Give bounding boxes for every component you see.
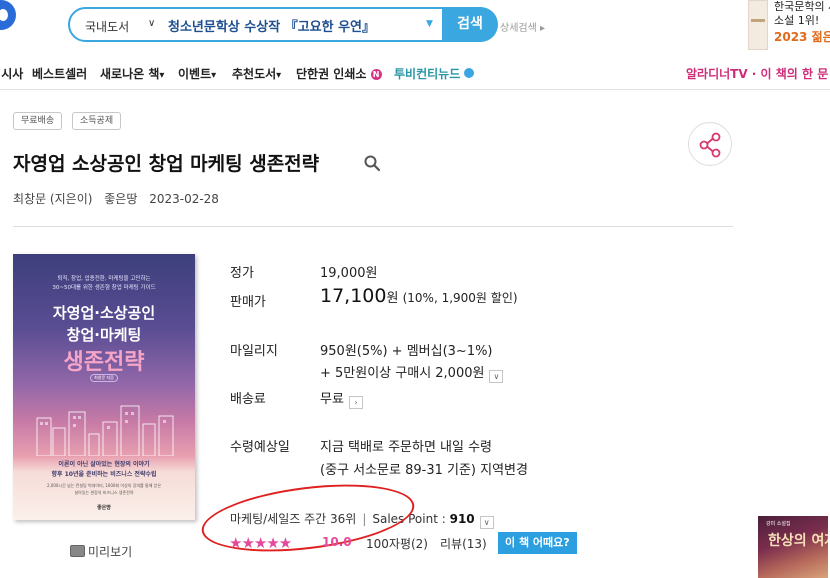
nav-item-event[interactable]: 이벤트▾ — [178, 65, 216, 82]
list-price: 19,000원 — [320, 266, 378, 281]
nav-item-tobecontinued[interactable]: 투비컨티뉴드 — [394, 65, 475, 82]
cover-subtitle-line: 30~50대를 위한 생존형 창업 마케팅 가이드 — [52, 285, 156, 291]
cover-author: 최창문 지음 — [90, 374, 118, 382]
delivery-line2[interactable]: (중구 서소문로 89-31 기준) 지역변경 — [320, 459, 528, 478]
cover-city-illustration — [36, 405, 174, 456]
nav-aladdin-tv[interactable]: 알라디너TV · 이 책의 한 문 — [686, 65, 828, 82]
mileage-expand-button[interactable]: ∨ — [489, 370, 504, 383]
search-icon[interactable] — [363, 154, 381, 172]
author-link[interactable]: 최창문 (지은이) — [13, 192, 92, 206]
nav-label: 단한권 인쇄소 — [296, 67, 367, 81]
aladin-logo[interactable] — [0, 0, 16, 30]
sale-price-label: 판매가 — [230, 295, 266, 310]
shipping-free: 무료 — [320, 392, 344, 407]
how-about-book-button[interactable]: 이 책 어때요? — [498, 532, 577, 554]
list-price-label: 정가 — [230, 266, 254, 281]
tag-tax-deduction: 소득공제 — [72, 112, 122, 130]
book-icon — [70, 545, 85, 557]
mileage-line1: 950원(5%) + 멤버십(3~1%) — [320, 344, 493, 359]
cover-tagline-line: 향후 10년을 준비하는 비즈니스 전략수립 — [51, 471, 157, 478]
sales-point-value: 910 — [449, 512, 475, 526]
shipping-label: 배송료 — [230, 392, 266, 407]
book-meta: 최창문 (지은이) 좋은땅 2023-02-28 — [13, 190, 227, 207]
search-dropdown-icon[interactable]: ▼ — [426, 19, 433, 29]
mileage-extra: + 5만원이상 구매시 2,000원 — [320, 366, 485, 381]
sale-price-unit: 원 — [386, 291, 399, 306]
cover-title: 자영업·소상공인창업·마케팅 — [13, 302, 195, 346]
new-badge: N — [370, 69, 382, 80]
short-review-link[interactable]: 100자평(2) — [366, 535, 428, 552]
ad-line-1: 한국문학의 새 — [774, 0, 830, 13]
shipping-value: 무료 › — [320, 388, 363, 409]
publisher-link[interactable]: 좋은땅 — [104, 192, 137, 206]
chevron-down-icon[interactable]: ∨ — [148, 18, 155, 29]
ad-book-thumbnail[interactable] — [748, 0, 768, 50]
main-nav: IT·시사 베스트셀러 새로나온 책▾ 이벤트▾ 추천도서▾ 단한권 인쇄소 N… — [0, 56, 830, 90]
sale-price: 17,100원 (10%, 1,900원 할인) — [320, 285, 518, 307]
sales-point-expand-button[interactable]: ∨ — [479, 516, 494, 529]
share-icon — [699, 132, 721, 158]
cover-subtitle-line: 퇴직, 창업, 업종전환, 마케팅을 고민하는 — [57, 276, 151, 282]
side-ad-thumbnail[interactable]: 강미 소설집 한상의 여자 — [758, 516, 828, 578]
divider — [13, 226, 733, 227]
search-category-select[interactable]: 국내도서 — [85, 18, 129, 35]
nav-item-print[interactable]: 단한권 인쇄소 N — [296, 65, 382, 82]
publish-date: 2023-02-28 — [149, 192, 219, 206]
chat-dots-icon — [464, 68, 475, 78]
ad-text[interactable]: 한국문학의 새소설 1위! — [774, 0, 830, 28]
nav-item-new[interactable]: 새로나온 책▾ — [100, 65, 164, 82]
search-bar[interactable]: 국내도서 ∨ 청소년문학상 수상작 『고요한 우연』 ▼ 검색 — [68, 7, 498, 42]
share-button[interactable] — [688, 122, 732, 166]
search-button[interactable]: 검색 — [442, 7, 498, 42]
cover-title-highlight: 생존전략 — [63, 350, 145, 375]
mileage-label: 마일리지 — [230, 344, 278, 359]
side-ad-subtitle: 강미 소설집 — [766, 521, 791, 527]
shipping-info-button[interactable]: › — [348, 396, 363, 409]
cover-subtitle: 퇴직, 창업, 업종전환, 마케팅을 고민하는 30~50대를 위한 생존형 창업… — [13, 275, 195, 293]
nav-label: 추천도서 — [232, 67, 277, 81]
cover-tagline-line: 이론이 아닌 살아있는 현장의 이야기 — [58, 461, 150, 468]
rating-score: 10.0 — [322, 535, 352, 549]
preview-label: 미리보기 — [88, 545, 133, 559]
delivery-label: 수령예상일 — [230, 440, 290, 455]
mileage-line2: + 5만원이상 구매시 2,000원 ∨ — [320, 362, 504, 383]
nav-label: 이벤트 — [178, 67, 212, 81]
nav-item-recommend[interactable]: 추천도서▾ — [232, 65, 281, 82]
cover-title-line: 자영업·소상공인 — [52, 304, 156, 322]
detail-search-label: 상세검색 — [500, 23, 537, 34]
delivery-line1: 지금 택배로 주문하면 내일 수령 — [320, 440, 493, 455]
ad-highlight[interactable]: 2023 젊은작 — [774, 28, 830, 45]
book-cover[interactable]: 퇴직, 창업, 업종전환, 마케팅을 고민하는 30~50대를 위한 생존형 창업… — [13, 254, 195, 520]
nav-item-bestseller[interactable]: 베스트셀러 — [32, 65, 87, 82]
nav-label: 투비컨티뉴드 — [394, 67, 461, 81]
review-link[interactable]: 리뷰(13) — [440, 535, 487, 552]
cover-description-line: 살아있는 현장의 비즈니스 생존전략 — [74, 490, 134, 495]
star-rating-icon: ★★★★★ — [229, 534, 292, 552]
cover-publisher: 좋은땅 — [97, 505, 111, 511]
side-ad-title: 한상의 여자 — [768, 533, 828, 549]
ad-line-2: 소설 1위! — [774, 14, 820, 27]
discount-info: (10%, 1,900원 할인) — [402, 291, 518, 305]
book-title: 자영업 소상공인 창업 마케팅 생존전략 — [13, 153, 320, 175]
sale-price-amount: 17,100 — [320, 285, 387, 307]
preview-button[interactable]: 미리보기 — [70, 543, 132, 560]
detail-search-link[interactable]: 상세검색 ▸ — [500, 19, 545, 34]
search-input[interactable]: 청소년문학상 수상작 『고요한 우연』 — [168, 16, 375, 35]
cover-description: 2,000시간 넘는 컨설팅 빅데이터, 1000회 이상의 강의를 통해 얻은… — [13, 482, 195, 496]
tag-free-shipping: 무료배송 — [13, 112, 63, 130]
cover-title-line: 창업·마케팅 — [66, 326, 142, 344]
cover-tagline: 이론이 아닌 살아있는 현장의 이야기향후 10년을 준비하는 비즈니스 전략수… — [13, 460, 195, 480]
cover-description-line: 2,000시간 넘는 컨설팅 빅데이터, 1000회 이상의 강의를 통해 얻은 — [46, 483, 162, 488]
nav-item-it[interactable]: IT·시사 — [0, 65, 23, 82]
nav-label: 새로나온 책 — [100, 67, 160, 81]
